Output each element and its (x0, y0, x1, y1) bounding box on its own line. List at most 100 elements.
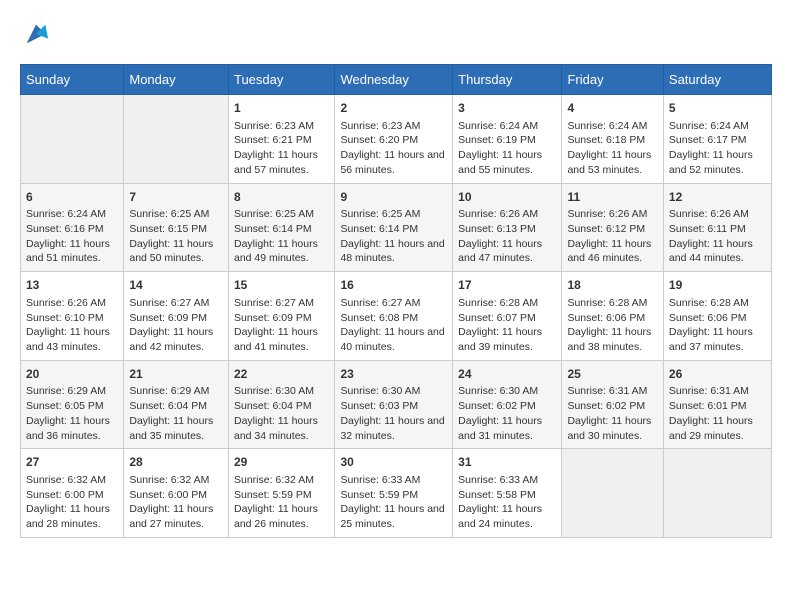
calendar-week-row: 27 Sunrise: 6:32 AMSunset: 6:00 PMDayligh… (21, 449, 772, 538)
calendar-cell: 7Sunrise: 6:25 AMSunset: 6:15 PMDaylight… (124, 183, 229, 272)
calendar-cell: 11Sunrise: 6:26 AMSunset: 6:12 PMDayligh… (562, 183, 663, 272)
day-info: Sunrise: 6:26 AMSunset: 6:13 PMDaylight:… (458, 207, 556, 266)
calendar-cell: 21Sunrise: 6:29 AMSunset: 6:04 PMDayligh… (124, 360, 229, 449)
calendar-cell: 20Sunrise: 6:29 AMSunset: 6:05 PMDayligh… (21, 360, 124, 449)
calendar-cell: 28Sunrise: 6:32 AMSunset: 6:00 PMDayligh… (124, 449, 229, 538)
calendar-cell: 14 Sunrise: 6:27 AMSunset: 6:09 PMDayligh… (124, 272, 229, 361)
day-info: Sunrise: 6:26 AMSunset: 6:11 PMDaylight:… (669, 207, 766, 266)
calendar-cell: 2 Sunrise: 6:23 AMSunset: 6:20 PMDaylight… (335, 95, 453, 184)
day-info: Sunrise: 6:28 AMSunset: 6:07 PMDaylight:… (458, 296, 556, 355)
calendar-cell: 23Sunrise: 6:30 AMSunset: 6:03 PMDayligh… (335, 360, 453, 449)
day-info: Sunrise: 6:28 AMSunset: 6:06 PMDaylight:… (669, 296, 766, 355)
header-sunday: Sunday (21, 65, 124, 95)
calendar-cell: 16 Sunrise: 6:27 AMSunset: 6:08 PMDayligh… (335, 272, 453, 361)
header-friday: Friday (562, 65, 663, 95)
day-info: Sunrise: 6:33 AMSunset: 5:59 PMDaylight:… (340, 473, 447, 532)
day-number: 31 (458, 454, 556, 471)
calendar-cell: 19 Sunrise: 6:28 AMSunset: 6:06 PMDayligh… (663, 272, 771, 361)
day-number: 9 (340, 189, 447, 206)
day-number: 18 (567, 277, 657, 294)
page-header (20, 20, 772, 48)
day-number: 22 (234, 366, 329, 383)
day-info: Sunrise: 6:23 AMSunset: 6:20 PMDaylight:… (340, 119, 447, 178)
day-info: Sunrise: 6:32 AMSunset: 5:59 PMDaylight:… (234, 473, 329, 532)
day-number: 2 (340, 100, 447, 117)
calendar-week-row: 13 Sunrise: 6:26 AMSunset: 6:10 PMDayligh… (21, 272, 772, 361)
day-info: Sunrise: 6:25 AMSunset: 6:15 PMDaylight:… (129, 207, 223, 266)
calendar-cell: 27Sunrise: 6:32 AMSunset: 6:00 PMDayligh… (21, 449, 124, 538)
calendar-cell: 9Sunrise: 6:25 AMSunset: 6:14 PMDaylight… (335, 183, 453, 272)
day-number: 17 (458, 277, 556, 294)
calendar-week-row: 20Sunrise: 6:29 AMSunset: 6:05 PMDayligh… (21, 360, 772, 449)
day-number: 24 (458, 366, 556, 383)
day-info: Sunrise: 6:30 AMSunset: 6:02 PMDaylight:… (458, 384, 556, 443)
calendar-cell: 4 Sunrise: 6:24 AMSunset: 6:18 PMDaylight… (562, 95, 663, 184)
calendar-header-row: SundayMondayTuesdayWednesdayThursdayFrid… (21, 65, 772, 95)
day-info: Sunrise: 6:30 AMSunset: 6:04 PMDaylight:… (234, 384, 329, 443)
day-number: 23 (340, 366, 447, 383)
calendar-cell: 24Sunrise: 6:30 AMSunset: 6:02 PMDayligh… (453, 360, 562, 449)
day-number: 7 (129, 189, 223, 206)
day-number: 13 (26, 277, 118, 294)
calendar-cell: 12Sunrise: 6:26 AMSunset: 6:11 PMDayligh… (663, 183, 771, 272)
day-number: 11 (567, 189, 657, 206)
day-number: 26 (669, 366, 766, 383)
logo (20, 20, 50, 48)
calendar-cell: 10Sunrise: 6:26 AMSunset: 6:13 PMDayligh… (453, 183, 562, 272)
day-info: Sunrise: 6:29 AMSunset: 6:05 PMDaylight:… (26, 384, 118, 443)
day-info: Sunrise: 6:28 AMSunset: 6:06 PMDaylight:… (567, 296, 657, 355)
day-info: Sunrise: 6:27 AMSunset: 6:09 PMDaylight:… (234, 296, 329, 355)
day-info: Sunrise: 6:24 AMSunset: 6:18 PMDaylight:… (567, 119, 657, 178)
calendar-cell: 1Sunrise: 6:23 AMSunset: 6:21 PMDaylight… (228, 95, 334, 184)
day-number: 19 (669, 277, 766, 294)
calendar-cell (21, 95, 124, 184)
logo-icon (22, 20, 50, 48)
day-number: 6 (26, 189, 118, 206)
calendar-week-row: 6Sunrise: 6:24 AMSunset: 6:16 PMDaylight… (21, 183, 772, 272)
day-info: Sunrise: 6:27 AMSunset: 6:08 PMDaylight:… (340, 296, 447, 355)
day-info: Sunrise: 6:31 AMSunset: 6:01 PMDaylight:… (669, 384, 766, 443)
day-number: 12 (669, 189, 766, 206)
day-number: 30 (340, 454, 447, 471)
day-number: 20 (26, 366, 118, 383)
day-number: 5 (669, 100, 766, 117)
calendar-cell: 30 Sunrise: 6:33 AMSunset: 5:59 PMDayligh… (335, 449, 453, 538)
header-thursday: Thursday (453, 65, 562, 95)
day-number: 16 (340, 277, 447, 294)
calendar-cell: 25Sunrise: 6:31 AMSunset: 6:02 PMDayligh… (562, 360, 663, 449)
day-number: 14 (129, 277, 223, 294)
day-info: Sunrise: 6:24 AMSunset: 6:17 PMDaylight:… (669, 119, 766, 178)
day-number: 4 (567, 100, 657, 117)
day-number: 25 (567, 366, 657, 383)
day-info: Sunrise: 6:24 AMSunset: 6:16 PMDaylight:… (26, 207, 118, 266)
header-monday: Monday (124, 65, 229, 95)
day-info: Sunrise: 6:25 AMSunset: 6:14 PMDaylight:… (340, 207, 447, 266)
day-info: Sunrise: 6:26 AMSunset: 6:12 PMDaylight:… (567, 207, 657, 266)
day-number: 27 (26, 454, 118, 471)
calendar-cell: 13 Sunrise: 6:26 AMSunset: 6:10 PMDayligh… (21, 272, 124, 361)
day-number: 21 (129, 366, 223, 383)
calendar-week-row: 1Sunrise: 6:23 AMSunset: 6:21 PMDaylight… (21, 95, 772, 184)
day-info: Sunrise: 6:25 AMSunset: 6:14 PMDaylight:… (234, 207, 329, 266)
header-saturday: Saturday (663, 65, 771, 95)
calendar-cell: 29Sunrise: 6:32 AMSunset: 5:59 PMDayligh… (228, 449, 334, 538)
calendar-cell: 3Sunrise: 6:24 AMSunset: 6:19 PMDaylight… (453, 95, 562, 184)
calendar-cell: 15Sunrise: 6:27 AMSunset: 6:09 PMDayligh… (228, 272, 334, 361)
day-info: Sunrise: 6:30 AMSunset: 6:03 PMDaylight:… (340, 384, 447, 443)
day-info: Sunrise: 6:24 AMSunset: 6:19 PMDaylight:… (458, 119, 556, 178)
calendar-cell (124, 95, 229, 184)
calendar-cell: 26Sunrise: 6:31 AMSunset: 6:01 PMDayligh… (663, 360, 771, 449)
calendar-cell (663, 449, 771, 538)
calendar-cell: 5 Sunrise: 6:24 AMSunset: 6:17 PMDaylight… (663, 95, 771, 184)
day-info: Sunrise: 6:26 AMSunset: 6:10 PMDaylight:… (26, 296, 118, 355)
calendar-cell: 31 Sunrise: 6:33 AMSunset: 5:58 PMDayligh… (453, 449, 562, 538)
day-number: 1 (234, 100, 329, 117)
day-info: Sunrise: 6:32 AMSunset: 6:00 PMDaylight:… (129, 473, 223, 532)
header-tuesday: Tuesday (228, 65, 334, 95)
day-info: Sunrise: 6:27 AMSunset: 6:09 PMDaylight:… (129, 296, 223, 355)
day-info: Sunrise: 6:33 AMSunset: 5:58 PMDaylight:… (458, 473, 556, 532)
header-wednesday: Wednesday (335, 65, 453, 95)
calendar-cell: 22Sunrise: 6:30 AMSunset: 6:04 PMDayligh… (228, 360, 334, 449)
calendar-cell: 6Sunrise: 6:24 AMSunset: 6:16 PMDaylight… (21, 183, 124, 272)
day-number: 10 (458, 189, 556, 206)
